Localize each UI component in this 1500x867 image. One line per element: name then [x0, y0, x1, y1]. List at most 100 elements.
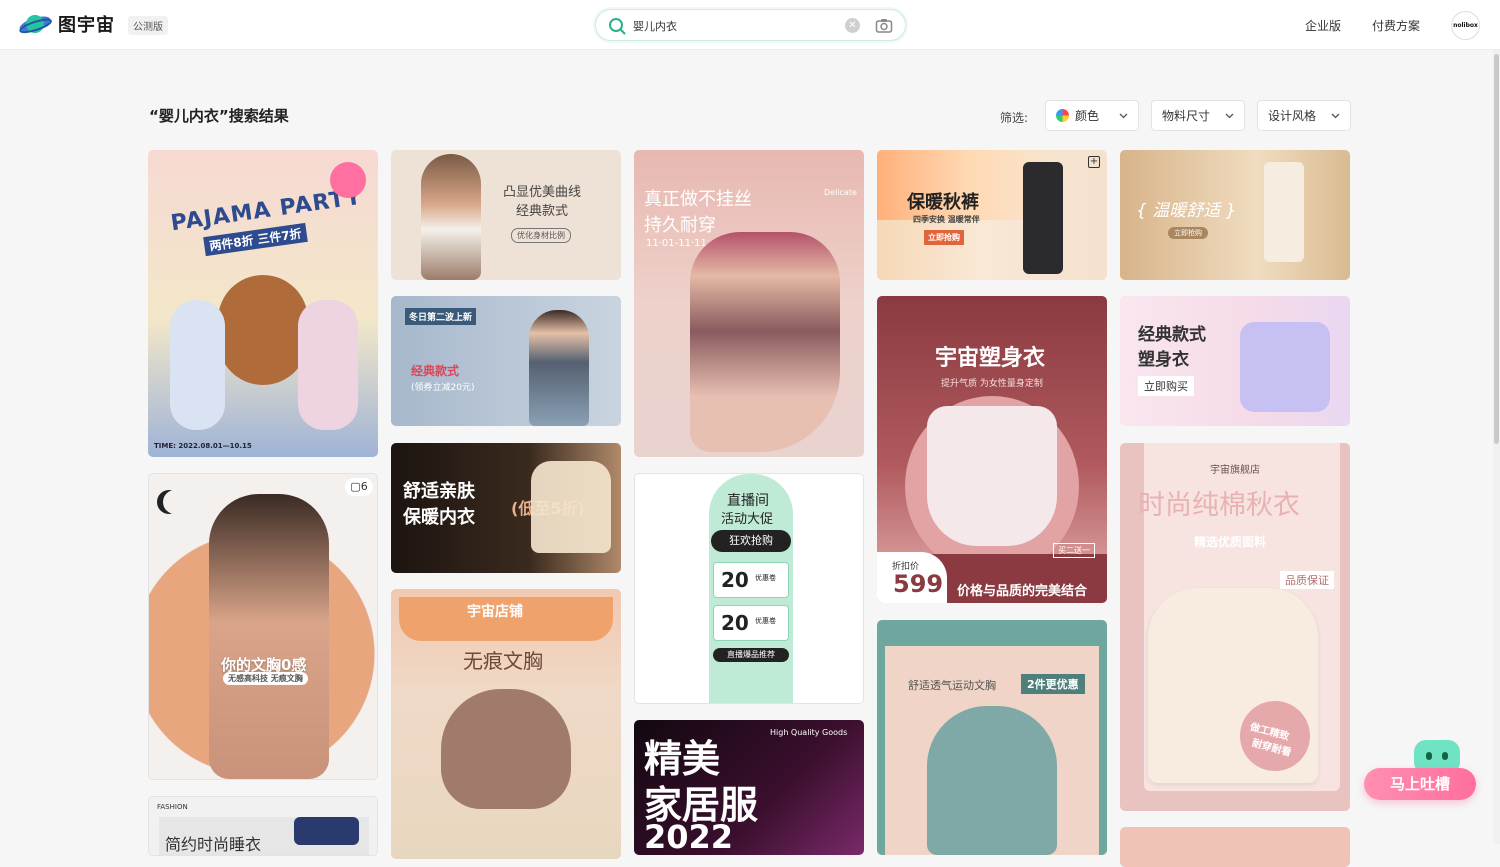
garment-image	[531, 461, 611, 553]
size-filter-dropdown[interactable]: 物料尺寸	[1151, 100, 1245, 131]
model-image	[421, 154, 481, 280]
card-side-label: Delicate	[824, 188, 857, 197]
flower-sticker-icon	[330, 162, 366, 198]
user-avatar[interactable]: nolibox	[1451, 11, 1480, 40]
clear-search-icon[interactable]: ✕	[845, 18, 860, 33]
template-card-warm-comfort[interactable]: { 温暖舒适 } 立即抢购	[1120, 150, 1350, 280]
model-image	[298, 300, 358, 430]
card-line1: 舒适亲肤	[403, 481, 475, 502]
price-value: 599	[893, 570, 944, 598]
template-card-seamless-bra[interactable]: 宇宙店铺 无痕文胸	[391, 589, 621, 859]
card-text: 舒适透气运动文胸	[908, 679, 996, 692]
card-line1: 直播间	[727, 493, 769, 509]
style-filter-label: 设计风格	[1268, 109, 1317, 123]
card-tag: 冬日第二波上新	[405, 308, 477, 325]
card-date: 11·01-11·11	[646, 238, 707, 249]
model-image	[690, 232, 840, 452]
card-slogan: 价格与品质的完美结合	[957, 584, 1088, 599]
card-line2: 保暖内衣	[403, 507, 475, 528]
robot-eye	[1426, 752, 1432, 760]
card-footer: TIME: 2022.08.01—10.15	[154, 442, 252, 450]
card-line1: 经典款式	[1138, 325, 1206, 345]
card-line1: 真正做不挂丝	[644, 189, 752, 210]
template-card-partial[interactable]	[1120, 827, 1350, 867]
card-tag: 2件更优惠	[1021, 674, 1085, 694]
card-title: 宇宙塑身衣	[935, 346, 1046, 371]
template-card-classic-shapewear[interactable]: 经典款式 塑身衣 立即购买	[1120, 296, 1350, 426]
top-navigation-bar: 图宇宙 公测版 ✕ 企业版 付费方案 nolibox	[0, 0, 1500, 50]
template-card-thermal-wear[interactable]: 舒适亲肤 保暖内衣 (低至5折)	[391, 443, 621, 573]
template-card-bra-zero[interactable]: ▢6 你的文胸0感 无感高科技 无痕文胸	[148, 473, 378, 780]
image-count-badge: ▢6	[345, 478, 373, 496]
shapewear-image	[1240, 322, 1330, 412]
color-filter-label: 颜色	[1075, 109, 1100, 123]
image-count: 6	[360, 480, 368, 493]
bra-image	[441, 689, 571, 809]
coupon-label: 优惠卷	[755, 574, 776, 582]
logo[interactable]: 图宇宙	[18, 10, 115, 38]
template-card-long-johns[interactable]: 保暖秋裤 四季安换 温暖常伴 立即抢购 +	[877, 150, 1107, 280]
card-button: 立即购买	[1138, 376, 1194, 396]
garment-image	[294, 817, 359, 845]
search-input[interactable]	[633, 17, 833, 35]
corset-image	[927, 406, 1057, 546]
card-subtitle: 四季安换 温暖常伴	[913, 215, 980, 224]
template-card-cotton-top[interactable]: 宇宙旗舰店 时尚纯棉秋衣 精选优质面料 品质保证 做工精致 耐穿耐看	[1120, 443, 1350, 811]
card-line2: 经典款式	[516, 204, 569, 219]
color-filter-dropdown[interactable]: 颜色	[1045, 100, 1139, 131]
template-card-curves[interactable]: 凸显优美曲线 经典款式 优化身材比例	[391, 150, 621, 280]
card-tag: 优化身材比例	[511, 228, 571, 243]
card-line1: 凸显优美曲线	[503, 185, 582, 200]
feedback-button[interactable]: 马上吐槽	[1364, 768, 1476, 800]
card-button: 狂欢抢购	[711, 530, 791, 552]
template-card-durable[interactable]: 真正做不挂丝 持久耐穿 11·01-11·11 Delicate	[634, 150, 864, 457]
card-title: 时尚纯棉秋衣	[1138, 490, 1300, 521]
pants-image	[1023, 162, 1063, 274]
filter-label: 筛选:	[1000, 111, 1029, 125]
card-label: FASHION	[157, 803, 188, 811]
add-icon[interactable]: +	[1088, 156, 1100, 168]
card-badge: 品质保证	[1280, 571, 1334, 589]
card-button: 立即抢购	[1168, 227, 1208, 239]
template-card-homewear[interactable]: 精美 家居服 2022 High Quality Goods	[634, 720, 864, 855]
model-image	[170, 300, 225, 430]
template-card-sports-bra[interactable]: 舒适透气运动文胸 2件更优惠	[877, 620, 1107, 855]
app-name: 图宇宙	[58, 15, 115, 36]
style-filter-dropdown[interactable]: 设计风格	[1257, 100, 1351, 131]
enterprise-link[interactable]: 企业版	[1305, 17, 1341, 34]
card-brand: 宇宙旗舰店	[1210, 465, 1260, 476]
planet-logo-icon	[19, 15, 52, 34]
card-recommend-tag: 直播爆品推荐	[713, 648, 789, 662]
search-icon[interactable]	[608, 17, 626, 35]
card-subtitle: 精选优质面料	[1194, 535, 1267, 549]
card-tag: High Quality Goods	[770, 728, 848, 737]
model-image	[209, 494, 329, 779]
card-line2: 持久耐穿	[644, 215, 716, 236]
template-card-shapewear[interactable]: 宇宙塑身衣 提升气质 为女性量身定制 折扣价 599 价格与品质的完美结合 买二…	[877, 296, 1107, 603]
template-card-winter-new[interactable]: 冬日第二波上新 经典款式 (领券立减20元)	[391, 296, 621, 426]
template-card-pajamas[interactable]: FASHION 简约时尚睡衣	[148, 796, 378, 856]
camera-icon[interactable]	[875, 17, 893, 35]
robot-eye	[1442, 752, 1448, 760]
card-subtitle: 无感高科技 无痕文胸	[223, 672, 308, 685]
search-bar: ✕	[595, 9, 906, 41]
scrollbar-thumb[interactable]	[1494, 54, 1499, 444]
template-card-pajama-party[interactable]: PAJAMA PARTY 两件8折 三件7折 TIME: 2022.08.01—…	[148, 150, 378, 457]
card-title: 经典款式	[411, 364, 460, 378]
sports-bra-image	[927, 706, 1057, 855]
card-button: 立即抢购	[924, 230, 964, 245]
card-line2: 塑身衣	[1138, 350, 1189, 370]
card-title: 保暖秋裤	[907, 192, 979, 213]
beta-badge: 公测版	[128, 16, 168, 35]
model-image	[529, 310, 589, 426]
coupon-value: 20	[721, 611, 749, 635]
card-title: 简约时尚睡衣	[165, 835, 262, 854]
chevron-down-icon	[1331, 113, 1340, 119]
pricing-link[interactable]: 付费方案	[1372, 17, 1420, 34]
coupon-label: 优惠卷	[755, 617, 776, 625]
template-card-live-sale[interactable]: 直播间 活动大促 狂欢抢购 20 优惠卷 20 优惠卷 直播爆品推荐	[634, 473, 864, 704]
pants-image	[1264, 162, 1304, 262]
card-subtitle: 提升气质 为女性量身定制	[941, 379, 1043, 389]
card-line3: 2022	[644, 818, 734, 855]
card-line2: 活动大促	[721, 512, 774, 527]
